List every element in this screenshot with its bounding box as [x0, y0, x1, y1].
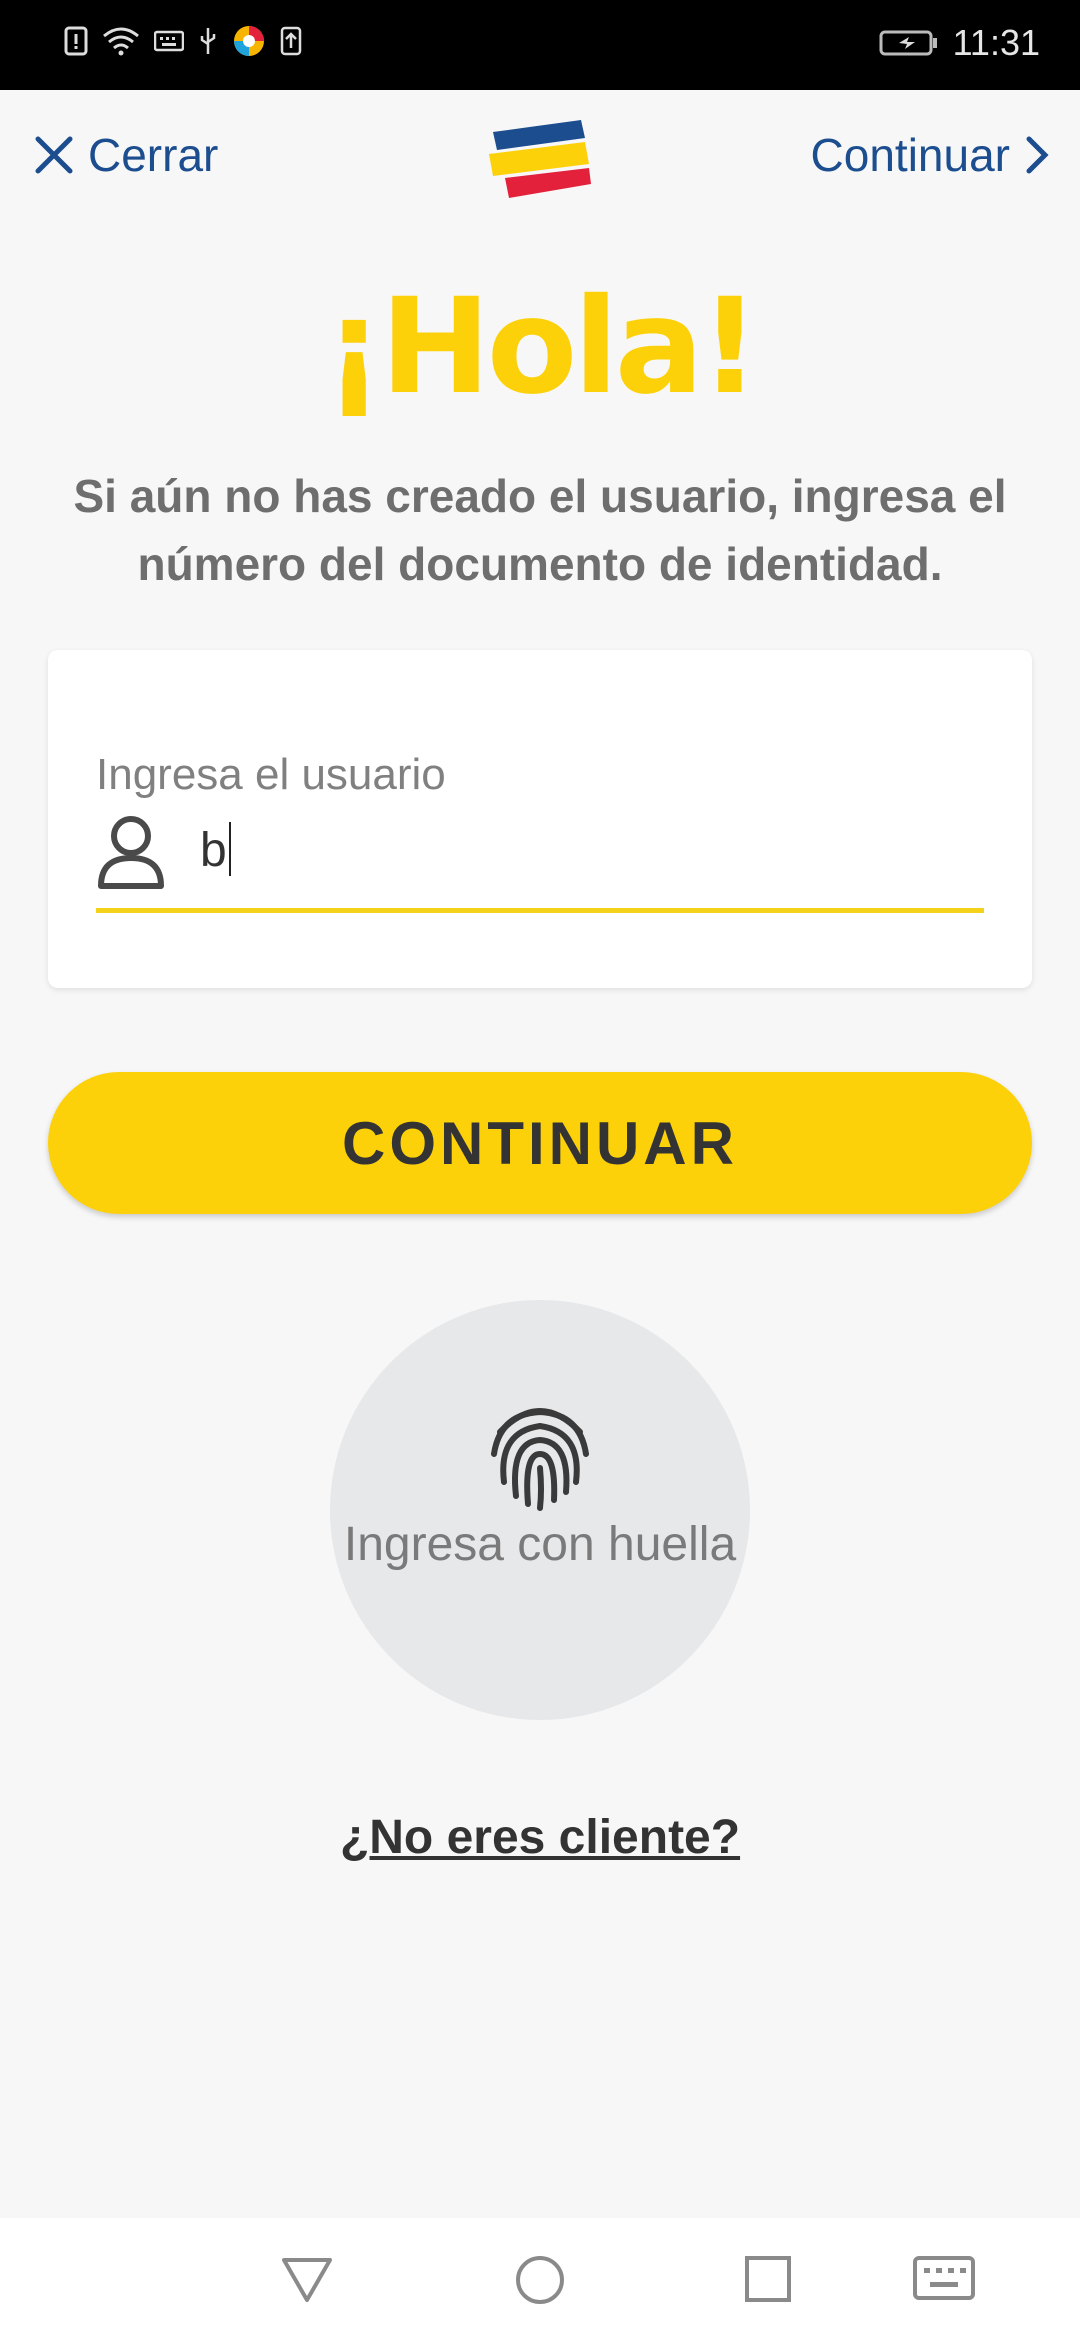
back-icon[interactable]	[280, 2254, 334, 2304]
alert-icon	[64, 26, 88, 56]
input-underline	[96, 908, 984, 913]
user-icon	[98, 816, 164, 889]
close-label: Cerrar	[88, 129, 219, 181]
chevron-right-icon	[1026, 136, 1049, 174]
greeting-title: ¡Hola!	[324, 270, 760, 424]
close-button[interactable]: Cerrar	[32, 128, 218, 182]
fingerprint-icon	[491, 1408, 589, 1511]
clock: 11:31	[952, 22, 1040, 63]
close-icon	[35, 136, 73, 174]
top-nav: Cerrar Continuar	[0, 90, 1080, 225]
upload-icon	[280, 26, 302, 56]
fingerprint-label: Ingresa con huella	[343, 1518, 737, 1571]
continue-button[interactable]: CONTINUAR	[48, 1072, 1032, 1214]
brand-logo	[489, 120, 591, 198]
system-nav-bar	[0, 2218, 1080, 2340]
keyboard-toggle-icon[interactable]	[912, 2254, 976, 2302]
status-icons	[64, 24, 302, 58]
app-icon	[234, 26, 264, 56]
not-client-link[interactable]: ¿No eres cliente?	[0, 1810, 1080, 1865]
text-caret	[228, 822, 231, 876]
status-right: 11:31	[879, 22, 1040, 64]
continue-nav-button[interactable]: Continuar	[811, 128, 1050, 182]
greeting-subtitle: Si aún no has creado el usuario, ingresa…	[73, 470, 1007, 590]
status-bar: 11:31	[0, 0, 1080, 90]
wifi-icon	[103, 27, 139, 56]
user-input[interactable]: b	[200, 822, 231, 878]
battery-icon	[879, 30, 937, 56]
continue-nav-label: Continuar	[810, 129, 1010, 181]
user-input-card: Ingresa el usuario b	[48, 650, 1032, 988]
continue-button-label: CONTINUAR	[342, 1109, 738, 1177]
user-field-label: Ingresa el usuario	[96, 750, 446, 799]
recents-icon[interactable]	[744, 2254, 792, 2304]
usb-icon	[200, 28, 216, 54]
home-icon[interactable]	[514, 2254, 566, 2306]
user-input-value: b	[200, 824, 227, 877]
keyboard-icon	[154, 30, 184, 52]
fingerprint-login-button[interactable]: Ingresa con huella	[330, 1300, 750, 1720]
